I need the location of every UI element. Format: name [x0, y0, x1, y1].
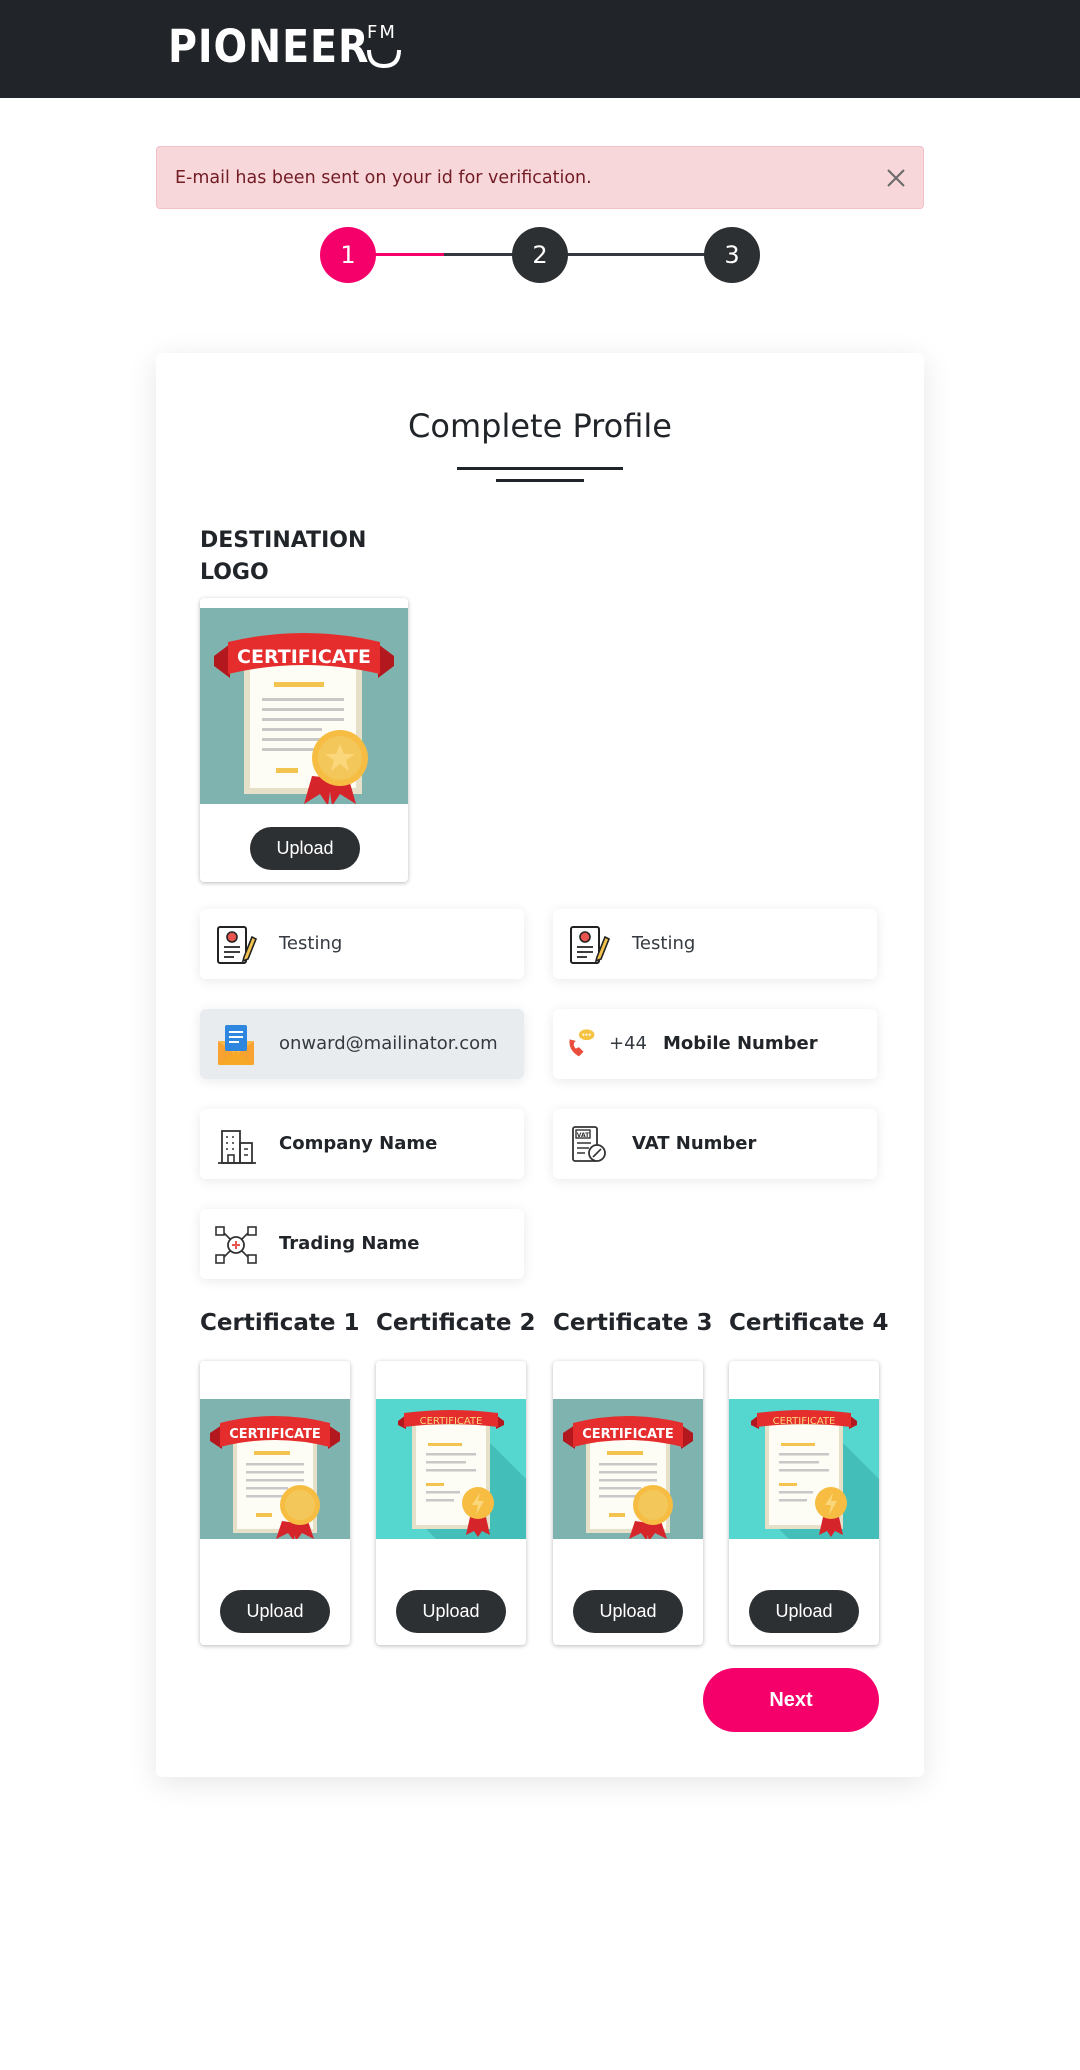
certificate-3-label: Certificate 3 [553, 1310, 713, 1336]
verification-alert: E-mail has been sent on your id for veri… [156, 146, 924, 209]
title-underline-top [457, 467, 623, 470]
certificate-image: CERTIFICATE [200, 1399, 350, 1539]
first-name-value: Testing [279, 933, 343, 954]
mobile-number-field[interactable]: +44 Mobile Number [553, 1009, 877, 1079]
country-code[interactable]: +44 [609, 1009, 647, 1079]
stepper-line-2 [566, 253, 716, 256]
certificate-banner-text: CERTIFICATE [229, 1427, 321, 1442]
certificate-2-label: Certificate 2 [376, 1310, 536, 1336]
certificate-banner-text: CERTIFICATE [420, 1416, 483, 1427]
email-value: onward@mailinator.com [279, 1033, 498, 1054]
first-name-field[interactable]: Testing [200, 909, 524, 979]
brand-fm-mark: FM [361, 24, 407, 70]
certificate-banner-text: CERTIFICATE [773, 1416, 836, 1427]
logo-upload-button[interactable]: Upload [250, 827, 360, 870]
company-name-placeholder: Company Name [279, 1133, 438, 1154]
company-name-field[interactable]: Company Name [200, 1109, 524, 1179]
profile-document-icon [217, 926, 258, 964]
top-navbar: PIONEER FM [0, 0, 1080, 98]
certificate-1-upload-button[interactable]: Upload [220, 1590, 330, 1633]
certificate-4-upload-button[interactable]: Upload [749, 1590, 859, 1633]
last-name-field[interactable]: Testing [553, 909, 877, 979]
building-icon [218, 1130, 256, 1164]
certificate-banner-text: CERTIFICATE [237, 646, 371, 668]
certificate-banner-text: CERTIFICATE [582, 1427, 674, 1442]
svg-text:VAT: VAT [577, 1132, 590, 1139]
certificate-2-upload-card: CERTIFICATE Upload [376, 1361, 526, 1645]
brand-logo[interactable]: PIONEER FM [168, 20, 401, 73]
trading-name-placeholder: Trading Name [279, 1233, 420, 1254]
stepper-line-progress [374, 253, 444, 256]
trading-name-field[interactable]: Trading Name [200, 1209, 524, 1279]
vat-number-placeholder: VAT Number [632, 1133, 757, 1154]
destination-logo-upload-card: CERTIFICATE Upload [200, 598, 408, 882]
step-1[interactable]: 1 [320, 227, 376, 283]
profile-document-icon [570, 926, 611, 964]
alert-message: E-mail has been sent on your id for veri… [175, 168, 592, 188]
destination-logo-label: DESTINATION LOGO [200, 528, 367, 585]
title-underline-bottom [496, 479, 584, 482]
email-envelope-icon [218, 1025, 254, 1065]
network-icon [215, 1226, 257, 1264]
certificate-image: CERTIFICATE [553, 1399, 703, 1539]
phone-icon [569, 1029, 595, 1057]
vat-number-field[interactable]: VAT VAT Number [553, 1109, 877, 1179]
complete-profile-card: Complete Profile DESTINATION LOGO CERTIF… [156, 353, 924, 1777]
smile-icon [367, 49, 401, 69]
certificate-image: CERTIFICATE [729, 1399, 879, 1539]
close-icon[interactable] [883, 165, 909, 191]
certificate-3-upload-card: CERTIFICATE Upload [553, 1361, 703, 1645]
mobile-number-placeholder: Mobile Number [663, 1033, 818, 1054]
certificate-image: CERTIFICATE [376, 1399, 526, 1539]
page-title: Complete Profile [408, 407, 672, 445]
certificate-image: CERTIFICATE [200, 608, 408, 804]
brand-name: PIONEER [168, 20, 370, 73]
certificate-1-upload-card: CERTIFICATE Upload [200, 1361, 350, 1645]
certificate-2-upload-button[interactable]: Upload [396, 1590, 506, 1633]
step-2[interactable]: 2 [512, 227, 568, 283]
next-button[interactable]: Next [703, 1668, 879, 1732]
certificate-4-label: Certificate 4 [729, 1310, 889, 1336]
stepper-line-1 [444, 253, 520, 256]
vat-document-icon: VAT [572, 1126, 606, 1162]
certificate-3-upload-button[interactable]: Upload [573, 1590, 683, 1633]
step-3[interactable]: 3 [704, 227, 760, 283]
certificate-4-upload-card: CERTIFICATE Upload [729, 1361, 879, 1645]
certificate-1-label: Certificate 1 [200, 1310, 360, 1336]
email-field[interactable]: onward@mailinator.com [200, 1009, 524, 1079]
last-name-value: Testing [632, 933, 696, 954]
